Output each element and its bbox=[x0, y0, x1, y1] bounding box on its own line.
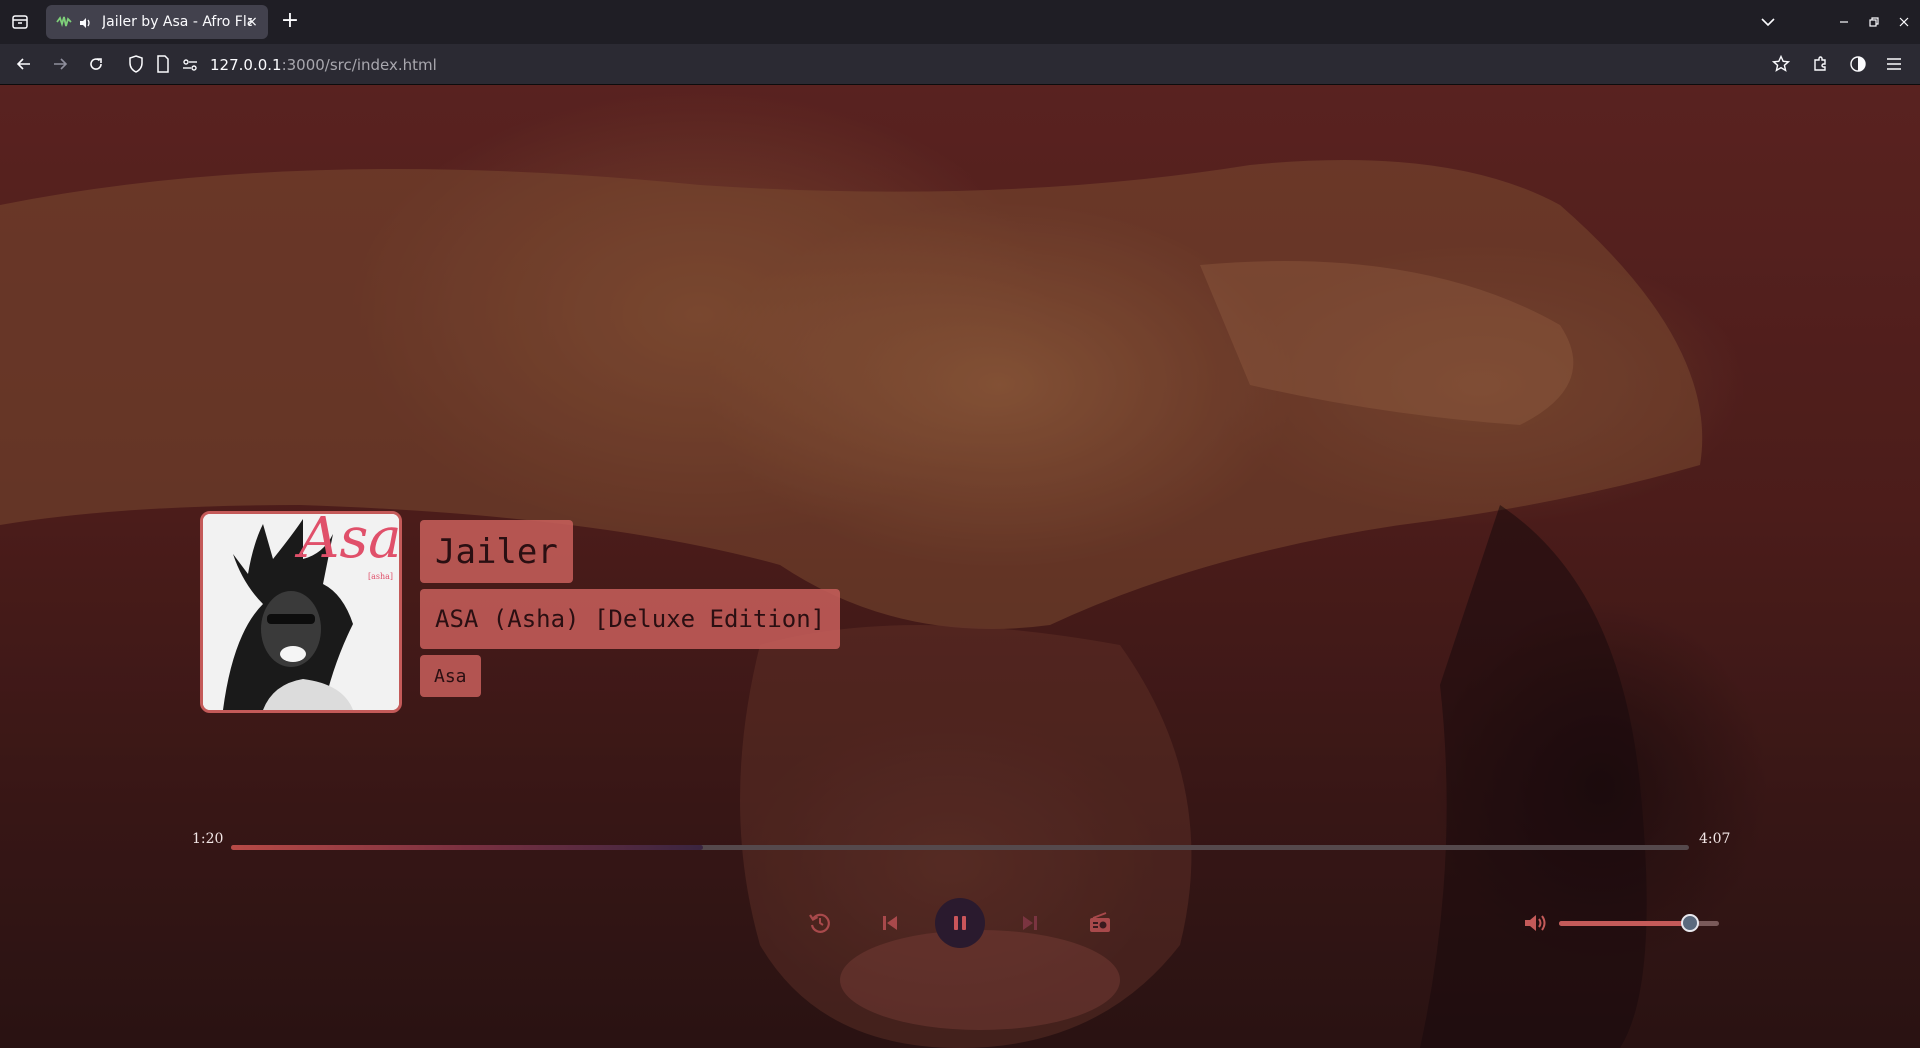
pause-icon bbox=[954, 916, 966, 930]
nav-bar: 127.0.0.1:3000/src/index.html bbox=[0, 44, 1920, 85]
menu-icon[interactable] bbox=[1882, 52, 1906, 76]
tab-title: Jailer by Asa - Afro Flash bbox=[102, 14, 252, 30]
minimize-icon[interactable] bbox=[1832, 10, 1856, 34]
album-name: ASA (Asha) [Deluxe Edition] bbox=[420, 589, 841, 649]
radio-button[interactable] bbox=[1075, 898, 1125, 948]
song-title: Jailer bbox=[420, 520, 573, 583]
replay-icon bbox=[809, 913, 830, 933]
close-window-icon[interactable] bbox=[1892, 10, 1916, 34]
pause-button[interactable] bbox=[935, 898, 985, 948]
skip-previous-icon bbox=[883, 916, 897, 930]
artist-name: Asa bbox=[420, 655, 481, 697]
list-all-tabs-icon[interactable] bbox=[1756, 10, 1780, 34]
page-icon[interactable] bbox=[156, 55, 170, 77]
url-path: :3000/src/index.html bbox=[281, 56, 437, 74]
bookmark-star-icon[interactable] bbox=[1769, 52, 1793, 76]
url-bar[interactable]: 127.0.0.1:3000/src/index.html bbox=[122, 48, 1792, 80]
album-cover: Asa [asha] bbox=[200, 511, 402, 713]
previous-button[interactable] bbox=[865, 898, 915, 948]
favicon-icon bbox=[56, 14, 72, 30]
extensions-icon[interactable] bbox=[1808, 52, 1832, 76]
cover-subtitle: [asha] bbox=[368, 572, 394, 581]
new-tab-button[interactable]: + bbox=[278, 10, 302, 34]
permissions-icon[interactable] bbox=[182, 57, 198, 76]
radio-icon bbox=[1090, 912, 1110, 932]
restore-icon[interactable] bbox=[1862, 10, 1886, 34]
current-time: 1:20 bbox=[192, 831, 224, 847]
volume-slider[interactable] bbox=[1559, 914, 1719, 932]
reload-icon[interactable] bbox=[84, 52, 108, 76]
skip-next-icon bbox=[1023, 916, 1037, 930]
volume-fill bbox=[1559, 921, 1691, 926]
tab-audio-icon[interactable] bbox=[78, 15, 92, 29]
tab-close-icon[interactable]: × bbox=[244, 14, 260, 30]
forward-icon[interactable] bbox=[48, 52, 72, 76]
tab-list-icon[interactable] bbox=[8, 10, 32, 34]
browser-tab[interactable]: Jailer by Asa - Afro Flash × bbox=[46, 5, 268, 39]
back-icon[interactable] bbox=[12, 52, 36, 76]
next-button[interactable] bbox=[1005, 898, 1055, 948]
tab-bar: Jailer by Asa - Afro Flash × + bbox=[0, 0, 1920, 44]
cover-title: Asa bbox=[299, 511, 402, 571]
shield-icon[interactable] bbox=[128, 55, 144, 77]
progress-fill bbox=[231, 845, 704, 850]
duration: 4:07 bbox=[1699, 831, 1731, 847]
progress-bar[interactable] bbox=[231, 845, 1689, 850]
replay-button[interactable] bbox=[795, 898, 845, 948]
volume-button[interactable] bbox=[1511, 898, 1561, 948]
url-host: 127.0.0.1 bbox=[210, 56, 282, 74]
account-icon[interactable] bbox=[1846, 52, 1870, 76]
volume-icon bbox=[1525, 915, 1546, 931]
url-text[interactable]: 127.0.0.1:3000/src/index.html bbox=[210, 56, 437, 74]
